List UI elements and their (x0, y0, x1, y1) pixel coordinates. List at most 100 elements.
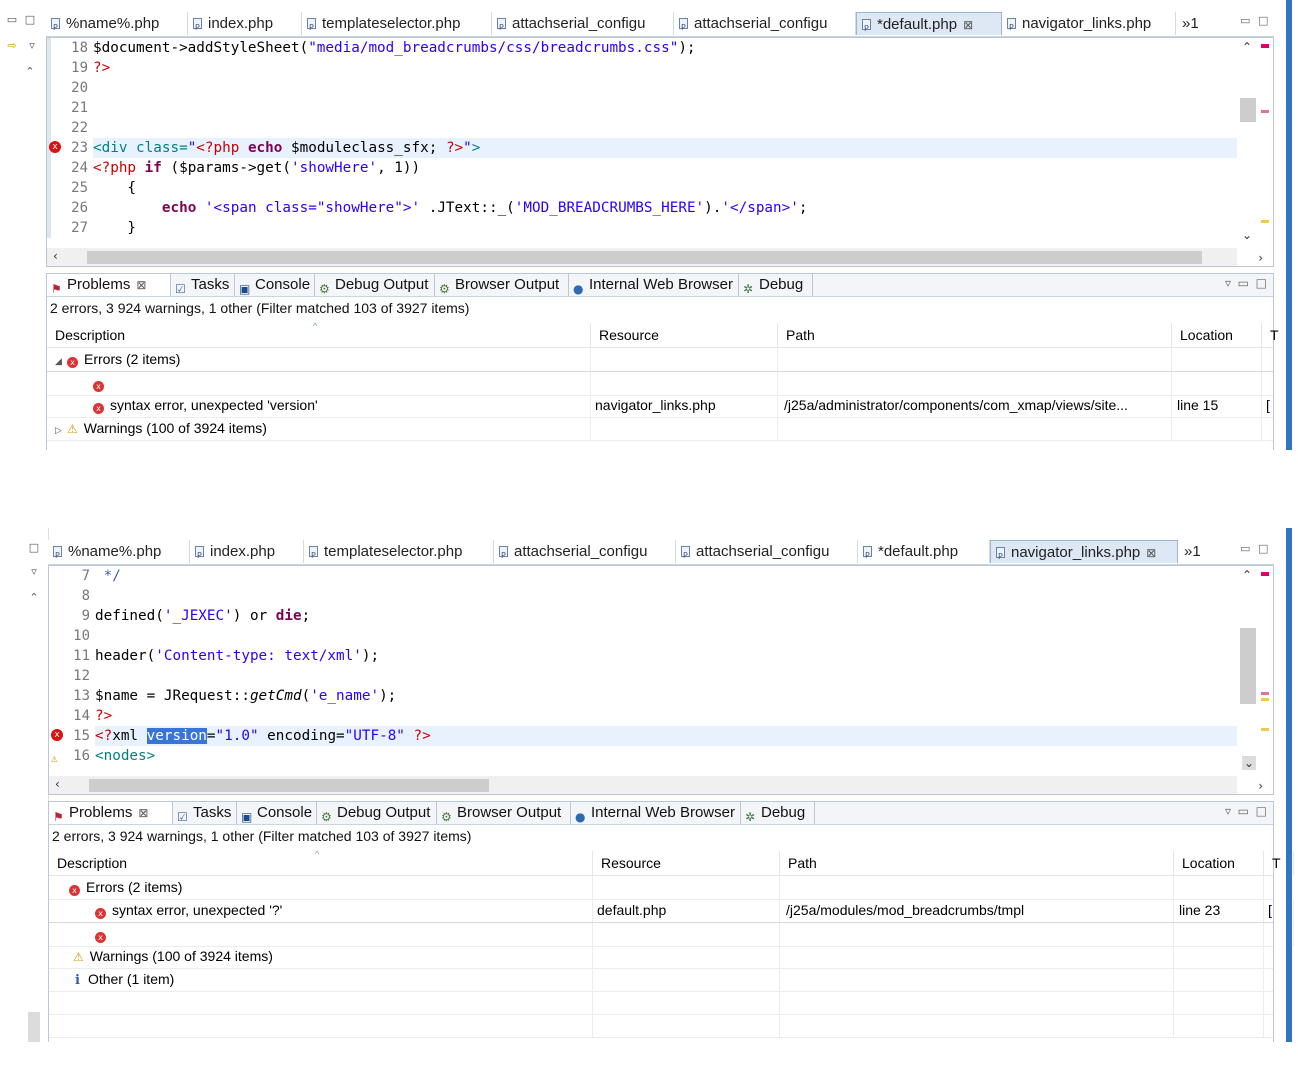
table-row[interactable]: x syntax error, unexpected 'version' navi… (49, 922, 1294, 947)
tab-navigator-links-php[interactable]: navigator_links.php (1002, 12, 1176, 39)
tab-problems[interactable]: ⚑ Problems ⊠ (49, 802, 173, 824)
minimize-icon[interactable]: ▭ (6, 14, 18, 26)
view-menu-icon[interactable]: ▿ (1225, 804, 1231, 818)
close-icon[interactable]: ⊠ (138, 806, 148, 820)
error-marker-icon[interactable]: x (49, 141, 61, 153)
view-menu-icon[interactable]: ▿ (1225, 276, 1231, 290)
tab-navigator-links-php[interactable]: navigator_links.php ⊠ (990, 540, 1178, 568)
tab-debug-output[interactable]: ⚙ Debug Output (315, 274, 435, 296)
error-marker-icon[interactable]: x (51, 729, 63, 741)
tree-row-other[interactable]: i Other (1 item) (49, 968, 1273, 992)
warning-marker-icon[interactable]: ⚠ (51, 749, 58, 769)
horizontal-scrollbar[interactable]: ‹ (47, 248, 1237, 266)
tab-debug-output[interactable]: ⚙ Debug Output (317, 802, 437, 824)
tab-problems[interactable]: ⚑ Problems ⊠ (47, 274, 171, 296)
tab-browser-output[interactable]: ⚙ Browser Output (435, 274, 569, 296)
tab-internal-web-browser[interactable]: ● Internal Web Browser (569, 274, 739, 296)
column-description[interactable]: Description (49, 851, 593, 875)
collapsed-chevron-icon[interactable]: ▷ (55, 420, 67, 440)
tab-overflow[interactable]: »1 (1176, 12, 1216, 35)
table-row[interactable]: x syntax error, unexpected '?' default.ph… (49, 899, 1294, 923)
horizontal-scrollbar[interactable]: ‹ (49, 776, 1237, 794)
code-text[interactable]: */ defined('_JEXEC') or die; header('Con… (95, 566, 1237, 766)
table-row[interactable]: x syntax error, unexpected '?' default.ph… (47, 371, 1292, 396)
code-editor[interactable]: 7 8 9 10 11 12 13 14 x 15 ⚠ 16 */ defined(… (48, 565, 1274, 795)
minimize-icon[interactable]: ▭ (1240, 14, 1250, 27)
maximize-icon[interactable]: □ (24, 14, 36, 26)
trim-arrow-icon[interactable]: ⇨ (6, 40, 18, 52)
vertical-scrollbar[interactable]: ⌃ ⌄ (1237, 566, 1273, 776)
tab-tasks[interactable]: ☑ Tasks (173, 802, 237, 824)
scroll-left-icon[interactable]: ‹ (55, 777, 60, 791)
tab-debug[interactable]: ✲ Debug (741, 802, 815, 824)
table-row[interactable]: x syntax error, unexpected 'version' navi… (47, 394, 1292, 418)
scroll-down-icon[interactable]: ⌄ (1242, 228, 1252, 242)
tree-row-warnings[interactable]: ▷ ⚠ Warnings (100 of 3924 items) (47, 417, 1273, 441)
warning-overview-mark[interactable] (1261, 698, 1269, 701)
tab-name-php[interactable]: %name%.php (48, 540, 190, 567)
chevron-up-icon[interactable]: ⌃ (28, 592, 40, 604)
tab-templateselector-php[interactable]: templateselector.php (304, 540, 494, 567)
code-text[interactable]: $document->addStyleSheet("media/mod_brea… (93, 38, 1237, 238)
expanded-chevron-icon[interactable]: ◢ (55, 351, 67, 371)
scroll-up-icon[interactable]: ⌃ (1242, 568, 1252, 582)
tree-row-errors[interactable]: x Errors (2 items) (49, 876, 1273, 900)
overview-mark[interactable] (1261, 110, 1269, 113)
maximize-icon[interactable]: □ (28, 542, 40, 554)
overview-mark[interactable] (1261, 692, 1269, 695)
tab-templateselector-php[interactable]: templateselector.php (302, 12, 492, 39)
minimize-icon[interactable]: ▭ (1240, 542, 1250, 555)
scroll-left-icon[interactable]: ‹ (53, 249, 58, 263)
tab-attachserial-1[interactable]: attachserial_configu (492, 12, 674, 39)
column-path[interactable]: Path (778, 323, 1172, 347)
minimize-icon[interactable]: ▭ (1238, 804, 1249, 818)
maximize-icon[interactable]: □ (1256, 276, 1267, 290)
minimize-icon[interactable]: ▭ (1238, 276, 1249, 290)
maximize-icon[interactable]: □ (1258, 542, 1268, 555)
vertical-scrollbar[interactable]: ⌃ ⌄ (1237, 38, 1273, 248)
chevron-up-icon[interactable]: ⌃ (24, 66, 36, 78)
column-location[interactable]: Location (1172, 323, 1262, 347)
tab-internal-web-browser[interactable]: ● Internal Web Browser (571, 802, 741, 824)
tab-overflow[interactable]: »1 (1178, 540, 1218, 563)
chevron-down-icon[interactable]: ▿ (26, 40, 38, 52)
close-icon[interactable]: ⊠ (1146, 546, 1156, 560)
scroll-thumb[interactable] (1240, 98, 1256, 122)
column-path[interactable]: Path (780, 851, 1174, 875)
scroll-down-icon[interactable]: ⌄ (1242, 756, 1257, 770)
tree-row-errors[interactable]: ◢ x Errors (2 items) (47, 348, 1273, 372)
tab-name-php[interactable]: %name%.php (46, 12, 188, 39)
tab-console[interactable]: ▣ Console (235, 274, 315, 296)
tab-console[interactable]: ▣ Console (237, 802, 317, 824)
column-location[interactable]: Location (1174, 851, 1264, 875)
tab-default-php[interactable]: *default.php (858, 540, 990, 567)
scroll-thumb[interactable] (89, 779, 489, 792)
scroll-up-icon[interactable]: ⌃ (1242, 40, 1252, 54)
tab-attachserial-2[interactable]: attachserial_configu (676, 540, 858, 567)
maximize-icon[interactable]: □ (1256, 804, 1267, 818)
tab-browser-output[interactable]: ⚙ Browser Output (437, 802, 571, 824)
scroll-thumb[interactable] (1240, 628, 1256, 704)
column-resource[interactable]: Resource (591, 323, 778, 347)
column-resource[interactable]: Resource (593, 851, 780, 875)
tab-debug[interactable]: ✲ Debug (739, 274, 813, 296)
scroll-thumb[interactable] (87, 251, 1202, 264)
close-icon[interactable]: ⊠ (963, 18, 973, 32)
tab-attachserial-1[interactable]: attachserial_configu (494, 540, 676, 567)
tab-attachserial-2[interactable]: attachserial_configu (674, 12, 856, 39)
error-overview-mark[interactable] (1261, 44, 1269, 48)
chevron-down-icon[interactable]: ▿ (28, 566, 40, 578)
tab-default-php[interactable]: *default.php ⊠ (856, 12, 1002, 40)
warning-overview-mark[interactable] (1261, 728, 1269, 731)
error-overview-mark[interactable] (1261, 572, 1269, 576)
code-editor[interactable]: 18 19 20 21 22 x 23 24 25 26 27 $document… (46, 37, 1274, 267)
warning-overview-mark[interactable] (1261, 220, 1269, 223)
tab-index-php[interactable]: index.php (188, 12, 302, 39)
tab-index-php[interactable]: index.php (190, 540, 304, 567)
tree-row-warnings[interactable]: ⚠ Warnings (100 of 3924 items) (49, 945, 1273, 969)
scroll-right-icon[interactable]: › (1258, 251, 1263, 265)
column-description[interactable]: Description (47, 323, 591, 347)
tab-tasks[interactable]: ☑ Tasks (171, 274, 235, 296)
scroll-right-icon[interactable]: › (1258, 779, 1263, 793)
maximize-icon[interactable]: □ (1258, 14, 1268, 27)
